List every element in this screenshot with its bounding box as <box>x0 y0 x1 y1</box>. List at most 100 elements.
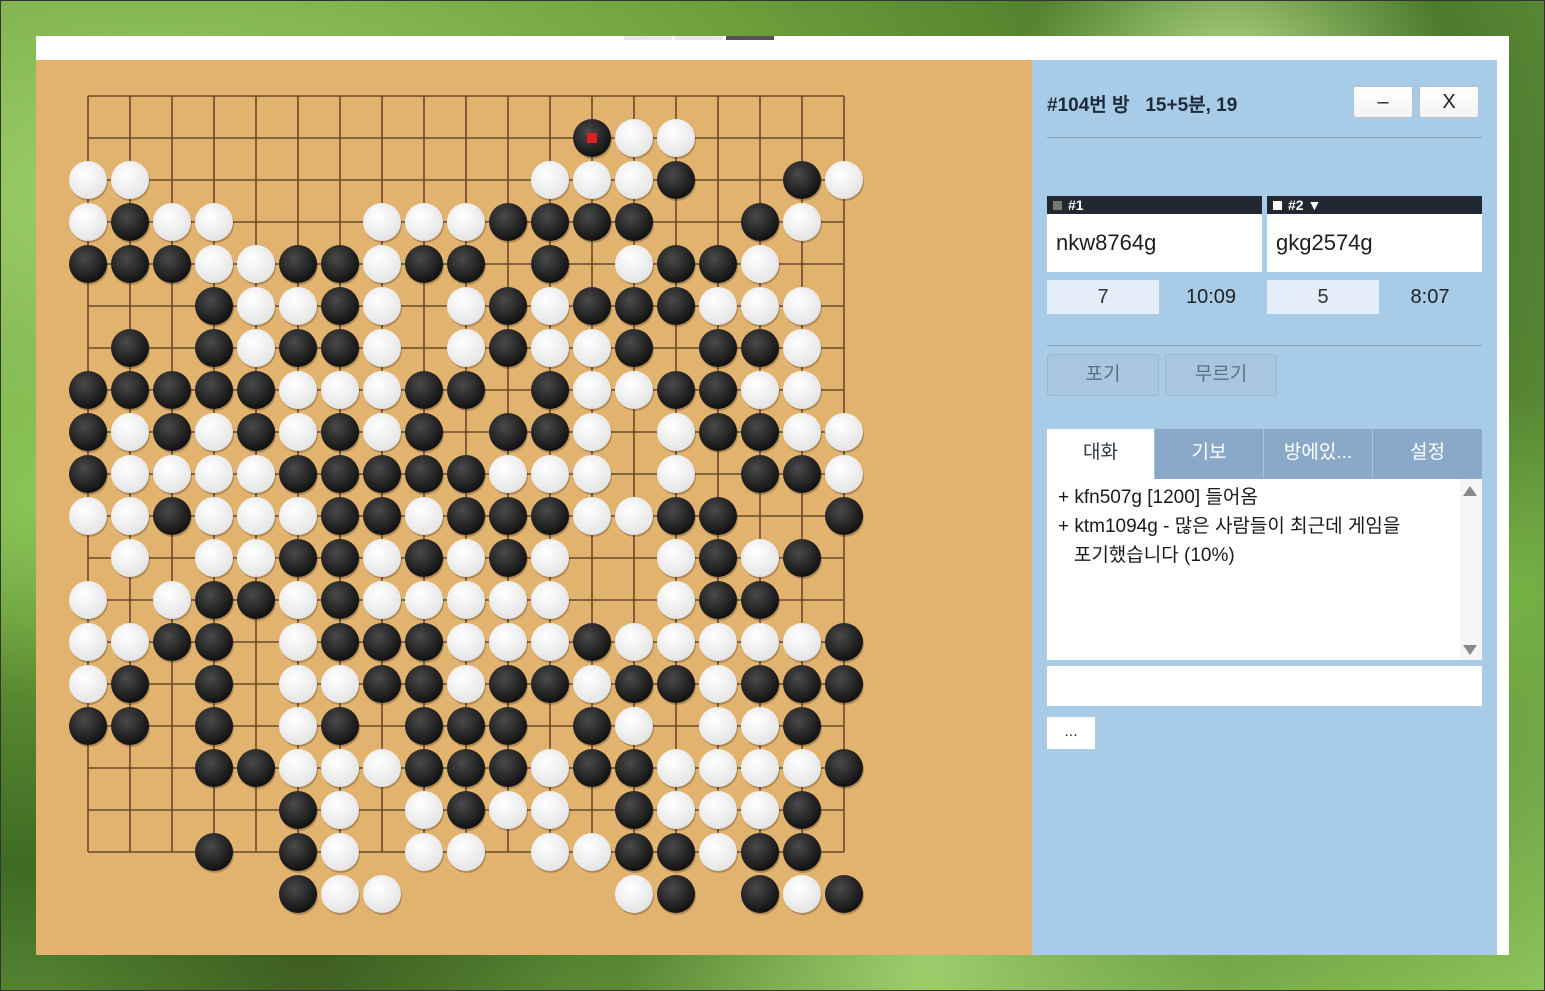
top-tab[interactable] <box>675 36 723 40</box>
black-stone <box>447 371 485 409</box>
undo-button[interactable]: 무르기 <box>1165 354 1277 396</box>
white-stone <box>69 623 107 661</box>
black-stone <box>489 749 527 787</box>
player-card-2: #2 ▼ gkg2574g <box>1267 196 1482 272</box>
black-stone <box>363 623 401 661</box>
black-stone <box>531 245 569 283</box>
white-stone <box>195 455 233 493</box>
white-stone <box>615 875 653 913</box>
chat-log[interactable]: + kfn507g [1200] 들어옴 + ktm1094g - 많은 사람들… <box>1047 479 1482 660</box>
scroll-up-icon[interactable] <box>1463 486 1477 496</box>
white-stone <box>783 875 821 913</box>
white-stone <box>741 791 779 829</box>
white-stone <box>699 749 737 787</box>
white-stone <box>531 833 569 871</box>
more-button[interactable]: ... <box>1047 717 1095 749</box>
white-stone <box>279 497 317 535</box>
white-stone <box>573 329 611 367</box>
white-stone <box>447 287 485 325</box>
black-stone <box>531 497 569 535</box>
white-stone <box>195 497 233 535</box>
white-stone <box>783 623 821 661</box>
black-stone <box>531 413 569 451</box>
top-tab[interactable] <box>624 36 672 40</box>
white-stone <box>573 455 611 493</box>
black-stone <box>447 245 485 283</box>
black-stone <box>741 665 779 703</box>
black-stone <box>363 497 401 535</box>
white-stone <box>363 875 401 913</box>
game-board[interactable] <box>36 60 1032 955</box>
black-stone <box>447 707 485 745</box>
board-canvas[interactable] <box>36 60 1032 955</box>
white-stone <box>237 539 275 577</box>
black-stone <box>489 497 527 535</box>
black-stone <box>279 791 317 829</box>
white-stone <box>111 623 149 661</box>
black-stone <box>405 245 443 283</box>
white-stone <box>531 455 569 493</box>
tab-chat[interactable]: 대화 <box>1047 429 1155 479</box>
black-stone <box>237 581 275 619</box>
player-1-name: nkw8764g <box>1056 230 1157 255</box>
white-stone <box>363 245 401 283</box>
white-stone <box>363 581 401 619</box>
white-stone <box>657 539 695 577</box>
black-stone <box>111 665 149 703</box>
black-stone <box>363 665 401 703</box>
black-stone <box>657 371 695 409</box>
black-stone <box>489 329 527 367</box>
resign-button[interactable]: 포기 <box>1047 354 1159 396</box>
white-stone <box>699 791 737 829</box>
black-stone <box>279 329 317 367</box>
chat-input[interactable] <box>1047 666 1482 706</box>
panel-tabs: 대화 기보 방에있... 설정 <box>1047 429 1482 479</box>
minimize-button[interactable]: – <box>1353 86 1413 118</box>
black-stone <box>69 413 107 451</box>
white-stone <box>447 203 485 241</box>
white-stone <box>447 329 485 367</box>
black-stone <box>195 371 233 409</box>
white-stone <box>279 287 317 325</box>
top-tab-active[interactable] <box>726 36 774 40</box>
white-stone <box>489 455 527 493</box>
black-stone <box>237 749 275 787</box>
black-stone <box>615 665 653 703</box>
black-stone <box>783 791 821 829</box>
black-stone <box>699 497 737 535</box>
black-stone <box>657 875 695 913</box>
white-stone <box>69 161 107 199</box>
tab-record[interactable]: 기보 <box>1155 429 1264 479</box>
black-stone <box>741 455 779 493</box>
close-button[interactable]: X <box>1419 86 1479 118</box>
black-stone <box>489 539 527 577</box>
scroll-down-icon[interactable] <box>1463 645 1477 655</box>
white-stone <box>741 287 779 325</box>
white-stone <box>573 665 611 703</box>
black-stone <box>783 833 821 871</box>
tab-settings[interactable]: 설정 <box>1373 429 1482 479</box>
black-stone <box>237 371 275 409</box>
chat-scrollbar[interactable] <box>1460 479 1482 660</box>
white-stone <box>111 539 149 577</box>
white-stone <box>615 245 653 283</box>
white-stone <box>447 833 485 871</box>
white-stone <box>699 707 737 745</box>
black-stone <box>783 665 821 703</box>
black-stone <box>699 245 737 283</box>
white-stone <box>657 749 695 787</box>
black-stone <box>741 833 779 871</box>
black-stone <box>405 665 443 703</box>
black-stone <box>741 203 779 241</box>
tab-users[interactable]: 방에있... <box>1264 429 1373 479</box>
white-stone <box>195 413 233 451</box>
white-stone <box>363 413 401 451</box>
black-stone <box>405 707 443 745</box>
black-stone <box>447 791 485 829</box>
side-panel: #104번 방 15+5분, 19 – X #1 nkw8764g #2 ▼ g… <box>1032 60 1497 955</box>
white-stone <box>447 539 485 577</box>
black-stone <box>111 707 149 745</box>
white-stone <box>279 665 317 703</box>
black-stone <box>153 497 191 535</box>
black-stone <box>741 329 779 367</box>
